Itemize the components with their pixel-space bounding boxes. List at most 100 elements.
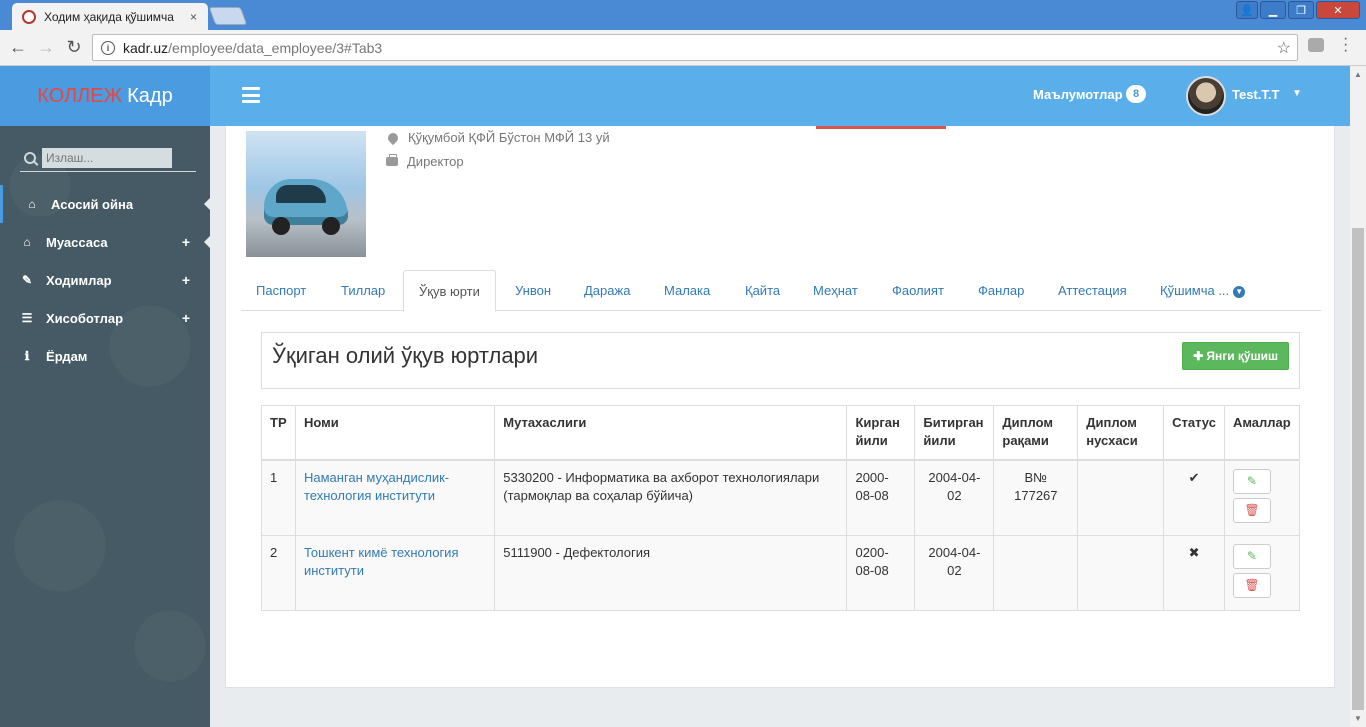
url-path: /employee/data_employee/3#Tab3 [168,39,383,56]
diploma-number-cell [993,534,1079,611]
window-user-icon[interactable]: 👤 [1236,1,1258,19]
delete-button[interactable]: 🗑 [1232,572,1271,598]
address-bar[interactable]: i kadr.uz /employee/data_employee/3#Tab3… [92,34,1298,61]
sidebar-item-label: Хисоботлар [46,310,124,326]
tab-more[interactable]: Қўшимча ... ▼ [1145,270,1260,311]
maximize-button[interactable]: ❐ [1288,1,1314,19]
caret-down-icon[interactable]: ▼ [1292,88,1302,99]
expand-plus-icon[interactable]: + [182,234,190,250]
tab-attestation[interactable]: Аттестация [1043,270,1142,311]
minimize-button[interactable]: ▁ [1260,1,1286,19]
tab-title[interactable]: Унвон [500,270,566,311]
url-domain: kadr.uz [123,39,169,56]
column-header: Битирган йили [914,405,995,460]
sidebar-item-label: Ёрдам [46,348,88,364]
user-name[interactable]: Test.T.T [1232,87,1279,102]
tab-retraining[interactable]: Қайта [730,270,795,311]
row-number: 1 [261,459,296,536]
menu-toggle-icon[interactable] [242,87,260,103]
sidebar-item-home[interactable]: ⌂ Асосий ойна [0,185,210,223]
sidebar-item-employees[interactable]: ✎ Ходимлар + [0,261,210,299]
column-header: Мутахаслиги [494,405,848,460]
sidebar: ⌂ Асосий ойна ⌂ Муассаса + ✎ Ходимлар + … [0,126,210,727]
edit-icon: ✎ [21,273,33,287]
tab-more-label: Қўшимча ... [1160,283,1230,298]
back-arrow-icon[interactable]: ← [4,37,32,58]
section-title: Ўқиган олий ўқув юртлари [272,343,539,368]
column-header: Кирган йили [846,405,916,460]
app-logo[interactable]: КОЛЛЕЖ Кадр [0,66,210,126]
institution-cell: Тошкент кимё технология институти [294,534,496,611]
graduation-year-cell: 2004-04-02 [914,534,995,611]
diploma-number-cell: B№ 177267 [993,459,1079,536]
column-header: Диплом нусхаси [1077,405,1165,460]
status-cross-icon: ✖ [1163,534,1225,611]
sidebar-item-help[interactable]: ℹ Ёрдам [0,337,210,375]
site-info-icon[interactable]: i [101,40,115,55]
diploma-copy-cell [1077,459,1165,536]
scroll-down-icon[interactable]: ▼ [1354,714,1362,723]
tab-passport[interactable]: Паспорт [241,270,321,311]
browser-menu-icon[interactable]: · · · [1343,31,1348,59]
tab-activity[interactable]: Фаолият [877,270,959,311]
add-new-label: Янги қўшиш [1206,349,1278,363]
new-tab-button[interactable] [208,7,248,25]
forward-arrow-icon[interactable]: → [32,37,60,58]
table-row: 2 Тошкент кимё технология институти 5111… [261,534,1301,611]
tab-education[interactable]: Ўқув юрти [403,270,496,312]
notifications-label[interactable]: Маълумотлар [1033,87,1123,102]
edit-icon: ✎ [1246,474,1257,488]
delete-button[interactable]: 🗑 [1232,497,1271,523]
browser-tab-title: Ходим ҳақида қўшимча [44,9,174,24]
specialty-cell: 5111900 - Дефектология [494,534,848,611]
entry-year-cell: 2000-08-08 [846,459,916,536]
reload-icon[interactable]: ↻ [60,37,88,58]
tab-languages[interactable]: Тиллар [326,270,400,311]
close-tab-icon[interactable]: × [190,10,197,24]
scroll-up-icon[interactable]: ▲ [1354,70,1362,79]
sidebar-item-institution[interactable]: ⌂ Муассаса + [0,223,210,261]
institution-link[interactable]: Наманган муҳандислик-технология институт… [304,470,449,503]
profile-tabs: Паспорт Тиллар Ўқув юрти Унвон Даража Ма… [241,270,1321,312]
sidebar-item-label: Асосий ойна [51,196,134,212]
address-text: Қўқумбой ҚФЙ Бўстон МФЙ 13 уй [408,130,610,145]
diploma-copy-cell [1077,534,1165,611]
edit-button[interactable]: ✎ [1232,468,1271,494]
search-input[interactable] [42,147,172,168]
actions-cell: ✎ 🗑 [1223,459,1301,536]
institution-link[interactable]: Тошкент кимё технология институти [304,545,459,578]
trash-icon: 🗑 [1244,503,1260,517]
entry-year-cell: 0200-08-08 [846,534,916,611]
edit-button[interactable]: ✎ [1232,543,1271,569]
edit-icon: ✎ [1246,549,1257,563]
bookmark-star-icon[interactable]: ☆ [1277,38,1291,58]
tab-subjects[interactable]: Фанлар [963,270,1039,311]
column-header: Статус [1163,405,1225,460]
map-marker-icon [385,130,401,145]
briefcase-icon [386,154,398,166]
position-text: Директор [407,154,464,169]
actions-cell: ✎ 🗑 [1223,534,1301,611]
add-new-button[interactable]: ✚ Янги қўшиш [1182,342,1289,370]
extension-icon[interactable] [1308,38,1324,52]
active-indicator [204,198,210,210]
scrollbar-thumb[interactable] [1352,228,1364,710]
browser-tab[interactable]: Ходим ҳақида қўшимча × [12,3,208,30]
tab-work[interactable]: Меҳнат [798,270,873,311]
table-row: 1 Наманган муҳандислик-технология инстит… [261,459,1301,536]
top-navbar: Маълумотлар 8 Test.T.T ▼ [210,66,1350,126]
expand-plus-icon[interactable]: + [182,272,190,288]
notifications-badge[interactable]: 8 [1126,85,1146,103]
tab-qualification[interactable]: Малака [649,270,725,311]
browser-toolbar: ← → ↻ i kadr.uz /employee/data_employee/… [0,30,1366,66]
expand-plus-icon[interactable]: + [182,310,190,326]
user-avatar[interactable] [1186,76,1226,116]
content-panel: Қўқумбой ҚФЙ Бўстон МФЙ 13 уй Директор П… [225,126,1335,688]
list-icon: ☰ [21,311,33,325]
close-window-button[interactable]: ✕ [1316,1,1360,19]
plus-icon: ✚ [1193,349,1204,363]
home-icon: ⌂ [23,235,31,249]
sidebar-item-reports[interactable]: ☰ Хисоботлар + [0,299,210,337]
tab-degree[interactable]: Даража [569,270,645,311]
table-header-row: ТР Номи Мутахаслиги Кирган йили Битирган… [261,405,1301,460]
